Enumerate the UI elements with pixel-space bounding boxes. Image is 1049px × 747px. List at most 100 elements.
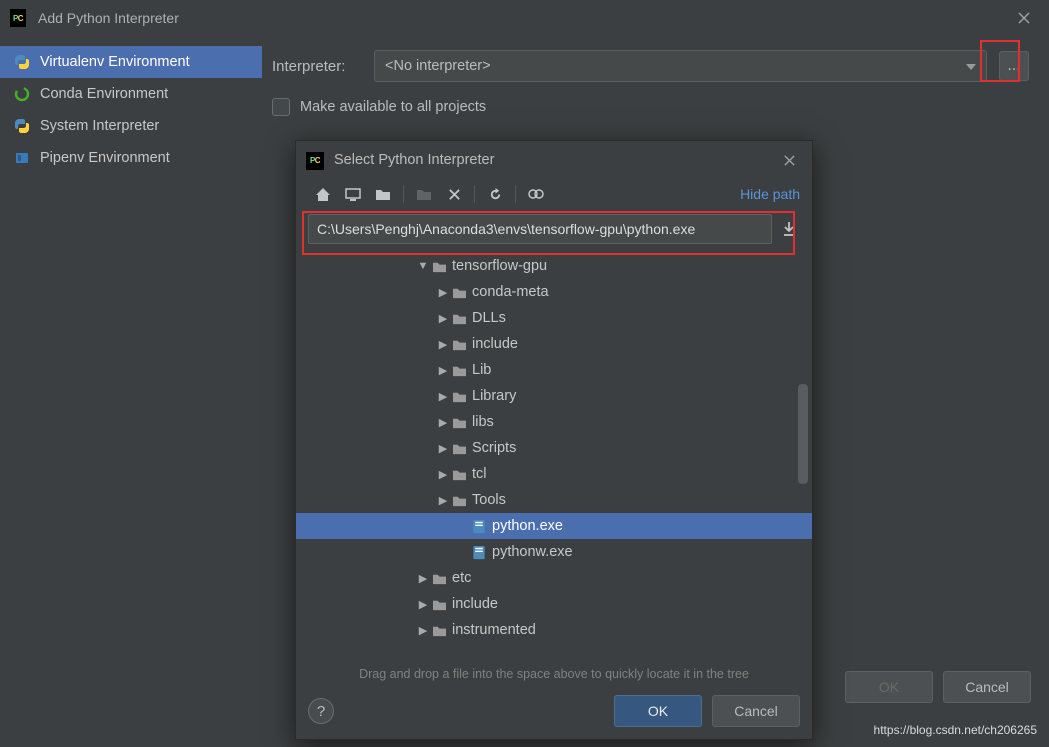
home-icon[interactable] — [308, 182, 338, 206]
dialog-title: Add Python Interpreter — [38, 10, 179, 26]
tree-label: tensorflow-gpu — [452, 258, 547, 274]
separator — [474, 185, 475, 203]
tree-row[interactable]: ▶DLLs — [296, 305, 812, 331]
sidebar-item-label: Conda Environment — [40, 86, 168, 102]
tree-arrow-icon: ▶ — [416, 624, 430, 637]
hide-path-link[interactable]: Hide path — [740, 186, 800, 202]
tree-row[interactable]: ▶ instrumented — [296, 617, 812, 643]
tree-row[interactable]: python.exe — [296, 513, 812, 539]
sidebar-item-system[interactable]: System Interpreter — [0, 110, 262, 142]
folder-icon — [430, 572, 448, 585]
tree-label: include — [452, 596, 498, 612]
popup-title: Select Python Interpreter — [334, 152, 494, 168]
folder-icon — [450, 390, 468, 403]
close-icon[interactable] — [776, 147, 802, 173]
folder-icon — [430, 624, 448, 637]
tree-row[interactable]: ▶ libs — [296, 409, 812, 435]
file-tree[interactable]: ▼tensorflow-gpu▶conda-meta▶DLLs▶include▶… — [296, 249, 812, 661]
pipenv-icon — [14, 150, 30, 166]
tree-row[interactable]: ▶tcl — [296, 461, 812, 487]
history-icon[interactable] — [778, 218, 800, 240]
tree-hint: Drag and drop a file into the space abov… — [296, 661, 812, 687]
separator — [403, 185, 404, 203]
interpreter-select[interactable]: <No interpreter> — [374, 50, 987, 82]
ok-button[interactable]: OK — [845, 671, 933, 703]
tree-arrow-icon: ▶ — [436, 286, 450, 299]
folder-icon — [450, 338, 468, 351]
help-button[interactable]: ? — [308, 698, 334, 724]
desktop-icon[interactable] — [338, 182, 368, 206]
tree-label: Lib — [472, 362, 491, 378]
tree-label: etc — [452, 570, 471, 586]
tree-row[interactable]: ▶ conda-meta — [296, 279, 812, 305]
sidebar: Virtualenv Environment Conda Environment… — [0, 36, 262, 656]
folder-icon — [430, 598, 448, 611]
folder-icon — [450, 286, 468, 299]
folder-icon — [450, 468, 468, 481]
tree-row[interactable]: ▶ Library — [296, 383, 812, 409]
tree-row[interactable]: ▶ Tools — [296, 487, 812, 513]
sidebar-item-label: Virtualenv Environment — [40, 54, 190, 70]
folder-icon — [450, 312, 468, 325]
folder-icon — [450, 494, 468, 507]
watermark: https://blog.csdn.net/ch206265 — [870, 721, 1041, 739]
tree-row[interactable]: ▶ include — [296, 591, 812, 617]
path-input[interactable]: C:\Users\Penghj\Anaconda3\envs\tensorflo… — [308, 214, 772, 244]
interpreter-value: <No interpreter> — [385, 58, 491, 74]
tree-label: Scripts — [472, 440, 516, 456]
show-hidden-icon[interactable] — [521, 182, 551, 206]
titlebar: PC Add Python Interpreter — [0, 0, 1049, 36]
popup-toolbar: Hide path — [296, 179, 812, 209]
browse-button[interactable]: ... — [999, 51, 1029, 81]
tree-arrow-icon: ▶ — [416, 598, 430, 611]
scrollbar-thumb[interactable] — [798, 384, 808, 484]
popup-titlebar: PC Select Python Interpreter — [296, 141, 812, 179]
tree-arrow-icon: ▶ — [416, 572, 430, 585]
tree-label: instrumented — [452, 622, 536, 638]
python-file-icon — [470, 545, 488, 560]
tree-label: include — [472, 336, 518, 352]
select-interpreter-popup: PC Select Python Interpreter — [295, 140, 813, 740]
cancel-button[interactable]: Cancel — [943, 671, 1031, 703]
tree-arrow-icon: ▶ — [436, 494, 450, 507]
ellipsis-label: ... — [1007, 57, 1020, 75]
tree-row[interactable]: ▶include — [296, 331, 812, 357]
delete-icon[interactable] — [439, 182, 469, 206]
tree-arrow-icon: ▼ — [416, 260, 430, 272]
folder-icon — [450, 442, 468, 455]
python-file-icon — [470, 519, 488, 534]
tree-arrow-icon: ▶ — [436, 416, 450, 429]
project-folder-icon[interactable] — [368, 182, 398, 206]
close-icon[interactable] — [1009, 3, 1039, 33]
tree-label: pythonw.exe — [492, 544, 573, 560]
tree-label: conda-meta — [472, 284, 549, 300]
sidebar-item-label: System Interpreter — [40, 118, 159, 134]
new-folder-icon[interactable] — [409, 182, 439, 206]
pycharm-icon: PC — [10, 10, 26, 26]
python-icon — [14, 118, 30, 134]
tree-row[interactable]: ▼ tensorflow-gpu — [296, 253, 812, 279]
tree-label: tcl — [472, 466, 487, 482]
conda-icon — [14, 86, 30, 102]
tree-row[interactable]: ▶Lib — [296, 357, 812, 383]
popup-cancel-button[interactable]: Cancel — [712, 695, 800, 727]
folder-icon — [430, 260, 448, 273]
sidebar-item-conda[interactable]: Conda Environment — [0, 78, 262, 110]
tree-arrow-icon: ▶ — [436, 312, 450, 325]
tree-label: python.exe — [492, 518, 563, 534]
sidebar-item-pipenv[interactable]: Pipenv Environment — [0, 142, 262, 174]
tree-row[interactable]: ▶ etc — [296, 565, 812, 591]
tree-label: Tools — [472, 492, 506, 508]
python-icon — [14, 54, 30, 70]
sidebar-item-virtualenv[interactable]: Virtualenv Environment — [0, 46, 262, 78]
folder-icon — [450, 416, 468, 429]
tree-arrow-icon: ▶ — [436, 390, 450, 403]
tree-label: libs — [472, 414, 494, 430]
tree-row[interactable]: pythonw.exe — [296, 539, 812, 565]
available-all-checkbox[interactable] — [272, 98, 290, 116]
popup-ok-button[interactable]: OK — [614, 695, 702, 727]
refresh-icon[interactable] — [480, 182, 510, 206]
tree-label: Library — [472, 388, 516, 404]
interpreter-label: Interpreter: — [272, 58, 362, 75]
tree-row[interactable]: ▶Scripts — [296, 435, 812, 461]
